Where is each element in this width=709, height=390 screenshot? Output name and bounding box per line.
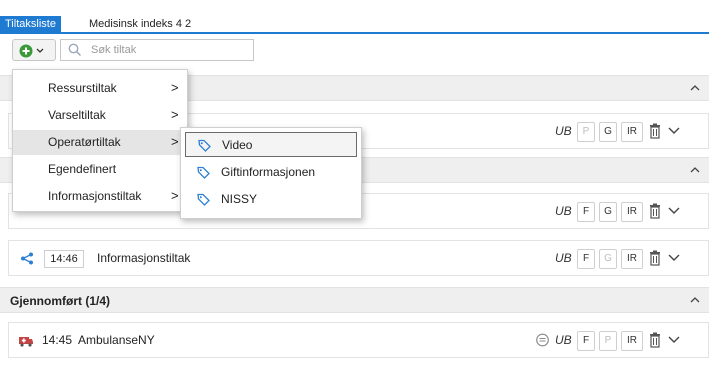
ir-button[interactable]: IR [621, 202, 643, 222]
search-placeholder: Søk tiltak [91, 44, 137, 56]
menu-item-label: Egendefinert [48, 162, 117, 176]
menu-item-label: Informasjonstiltak [48, 189, 142, 203]
g-button[interactable]: G [599, 249, 617, 269]
operator-submenu: Video Giftinformasjonen NISSY [180, 127, 362, 219]
time-label: 14:45 [42, 333, 73, 347]
submenu-item-label: Giftinformasjonen [221, 165, 316, 179]
plus-circle-icon [19, 44, 44, 58]
trash-icon[interactable] [649, 250, 661, 266]
trash-icon[interactable] [649, 203, 661, 219]
share-icon [21, 252, 33, 265]
p-button[interactable]: P [577, 122, 595, 142]
f-button[interactable]: F [577, 331, 595, 351]
chevron-down-icon[interactable] [668, 125, 680, 135]
submenu-item-label: NISSY [221, 192, 258, 206]
tag-icon [197, 193, 210, 206]
caret-up-icon[interactable] [690, 295, 700, 305]
search-icon [68, 43, 82, 57]
tag-icon [197, 166, 210, 179]
trash-icon[interactable] [649, 332, 661, 348]
action-label: AmbulanseNY [78, 333, 155, 347]
submenu-item-video[interactable]: Video [185, 132, 357, 157]
g-button[interactable]: G [599, 122, 617, 142]
menu-item-label: Varseltiltak [48, 108, 106, 122]
tag-icon [198, 139, 211, 152]
caret-up-icon[interactable] [690, 165, 700, 175]
section-header-completed[interactable]: Gjennomført (1/4) [0, 287, 709, 313]
menu-item-egendefinert[interactable]: Egendefinert [13, 157, 187, 182]
ub-label[interactable]: UB [555, 204, 572, 218]
menu-item-operatortiltak[interactable]: Operatørtiltak > [13, 130, 187, 155]
tab-tiltaksliste[interactable]: Tiltaksliste [0, 16, 61, 32]
submenu-arrow-icon: > [171, 134, 179, 149]
toolbar: Søk tiltak [0, 36, 709, 70]
p-button[interactable]: P [599, 331, 617, 351]
time-field[interactable]: 14:46 [44, 250, 84, 268]
tab-medisinsk-indeks[interactable]: Medisinsk indeks 4 2 [84, 16, 196, 32]
menu-item-informasjonstiltak[interactable]: Informasjonstiltak > [13, 184, 187, 209]
submenu-arrow-icon: > [171, 80, 179, 95]
ir-button[interactable]: IR [621, 331, 643, 351]
menu-item-label: Ressurstiltak [48, 81, 117, 95]
ir-button[interactable]: IR [621, 249, 643, 269]
comment-icon[interactable] [535, 333, 550, 348]
tab-bar: Tiltaksliste Medisinsk indeks 4 2 [0, 0, 709, 34]
add-action-button[interactable] [12, 39, 56, 61]
menu-item-label: Operatørtiltak [48, 135, 121, 149]
section-title: Gjennomført (1/4) [10, 294, 111, 308]
menu-item-varseltiltak[interactable]: Varseltiltak > [13, 103, 187, 128]
submenu-arrow-icon: > [171, 107, 179, 122]
ub-label[interactable]: UB [555, 124, 572, 138]
ambulance-icon [19, 337, 33, 347]
table-row[interactable]: 14:46 Informasjonstiltak UB F G IR [8, 240, 709, 276]
submenu-item-nissy[interactable]: NISSY [185, 187, 357, 212]
caret-up-icon[interactable] [690, 83, 700, 93]
submenu-arrow-icon: > [171, 188, 179, 203]
add-action-menu: Ressurstiltak > Varseltiltak > Operatørt… [12, 69, 188, 212]
f-button[interactable]: F [577, 202, 595, 222]
table-row[interactable]: 14:45 AmbulanseNY UB F P IR [8, 322, 709, 358]
ub-label[interactable]: UB [555, 333, 572, 347]
g-button[interactable]: G [599, 202, 617, 222]
chevron-down-icon[interactable] [668, 334, 680, 344]
chevron-down-icon[interactable] [668, 205, 680, 215]
submenu-item-label: Video [222, 138, 253, 152]
f-button[interactable]: F [577, 249, 595, 269]
action-label: Informasjonstiltak [97, 251, 191, 265]
ub-label[interactable]: UB [555, 251, 572, 265]
submenu-item-giftinformasjonen[interactable]: Giftinformasjonen [185, 160, 357, 185]
menu-item-ressurstiltak[interactable]: Ressurstiltak > [13, 76, 187, 101]
ir-button[interactable]: IR [621, 122, 643, 142]
chevron-down-icon[interactable] [668, 252, 680, 262]
search-input[interactable]: Søk tiltak [60, 39, 254, 61]
trash-icon[interactable] [649, 123, 661, 139]
